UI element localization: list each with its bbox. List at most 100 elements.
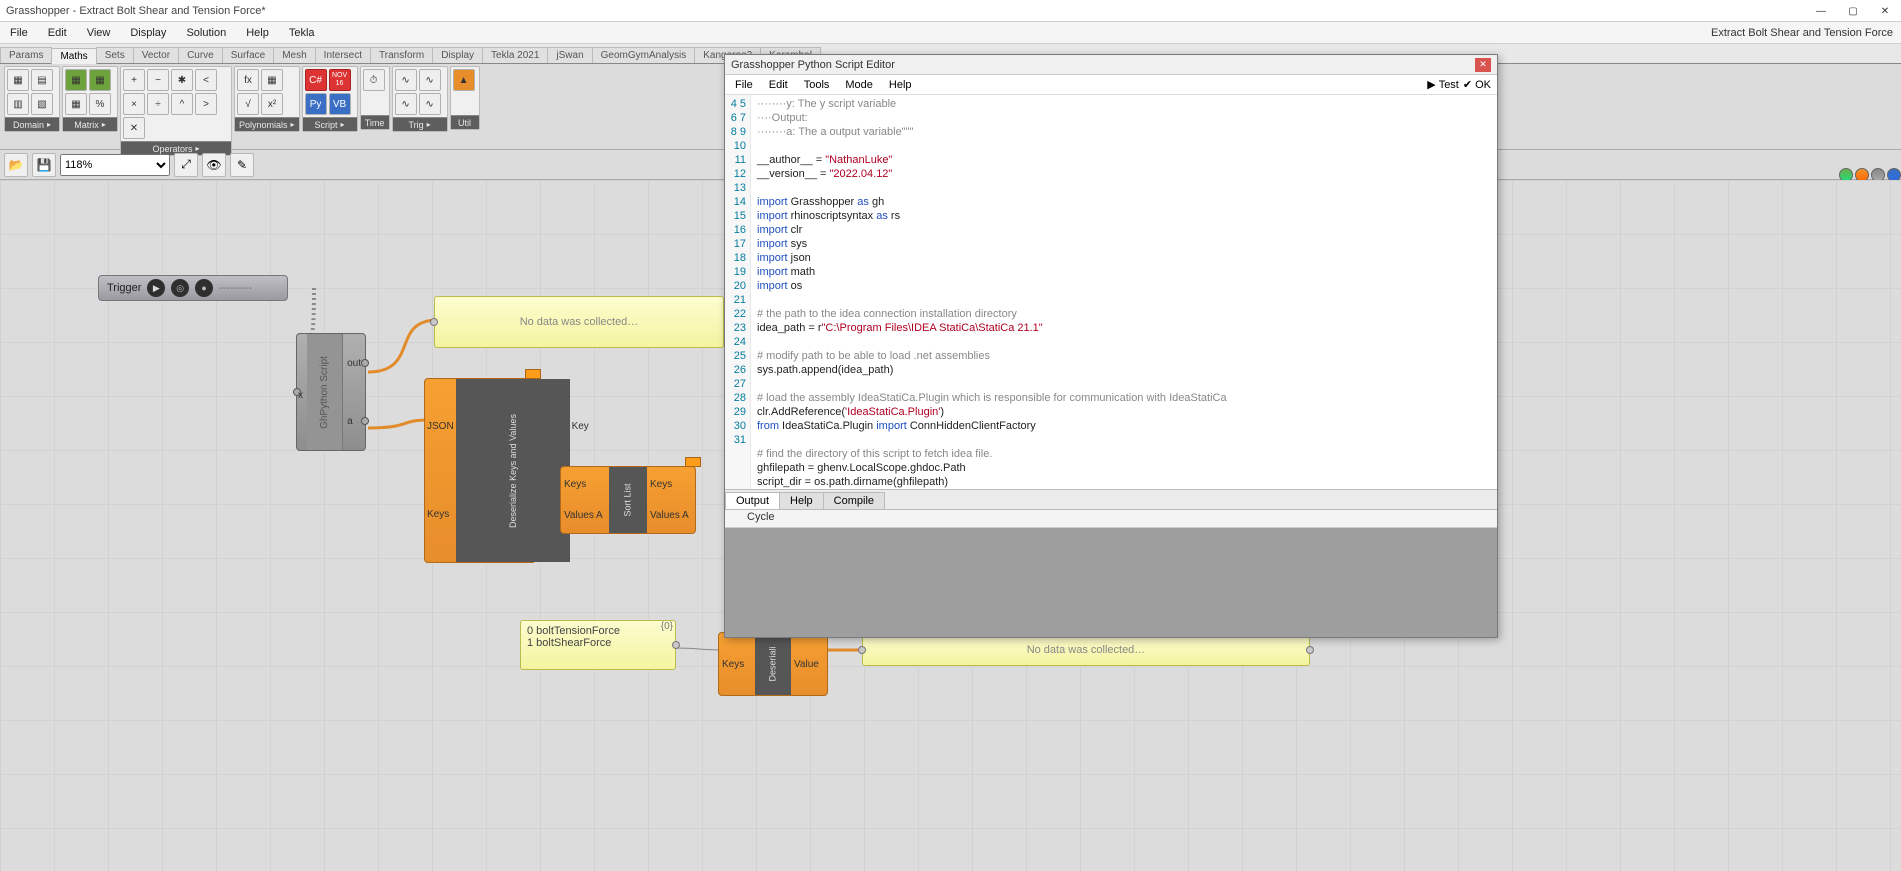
tab-curve[interactable]: Curve bbox=[178, 47, 223, 63]
op-times-icon[interactable]: × bbox=[123, 93, 145, 115]
op-div-icon[interactable]: ÷ bbox=[147, 93, 169, 115]
script-editor-window[interactable]: Grasshopper Python Script Editor ✕ File … bbox=[724, 54, 1498, 638]
port-json[interactable]: JSON bbox=[427, 421, 454, 432]
ok-button[interactable]: ✔OK bbox=[1463, 78, 1491, 91]
port-values-in[interactable]: Values A bbox=[564, 510, 606, 521]
util-icon[interactable]: ▲ bbox=[453, 69, 475, 91]
menu-display[interactable]: Display bbox=[120, 22, 176, 43]
matrix-icon[interactable]: ▦ bbox=[65, 69, 87, 91]
domain-icon[interactable]: ▦ bbox=[7, 69, 29, 91]
tab-compile[interactable]: Compile bbox=[823, 492, 885, 509]
trig-icon[interactable]: ∿ bbox=[419, 69, 441, 91]
deserialize-node-2[interactable]: Keys Deseriali Value bbox=[718, 632, 828, 696]
ghpython-node[interactable]: GhPython Script out a bbox=[296, 333, 366, 451]
matrix-icon[interactable]: ▦ bbox=[89, 69, 111, 91]
panel-output-1[interactable]: No data was collected… bbox=[434, 296, 724, 348]
target-icon[interactable]: ◎ bbox=[171, 279, 189, 297]
play-icon[interactable]: ▶ bbox=[147, 279, 165, 297]
editor-menu-tools[interactable]: Tools bbox=[796, 79, 838, 91]
domain-icon[interactable]: ▥ bbox=[7, 93, 29, 115]
editor-menu-help[interactable]: Help bbox=[881, 79, 920, 91]
tab-jswan[interactable]: jSwan bbox=[547, 47, 592, 63]
port-keys-out[interactable]: Keys bbox=[650, 479, 692, 490]
tab-output[interactable]: Output bbox=[725, 492, 780, 509]
tab-display[interactable]: Display bbox=[432, 47, 483, 63]
port-value[interactable]: Value bbox=[794, 659, 824, 670]
tab-geomgym[interactable]: GeomGymAnalysis bbox=[592, 47, 696, 63]
op-minus-icon[interactable]: − bbox=[147, 69, 169, 91]
port-key[interactable]: Key bbox=[572, 421, 597, 432]
domain-icon[interactable]: ▧ bbox=[31, 93, 53, 115]
fx-icon[interactable]: fx bbox=[237, 69, 259, 91]
zoom-extents-icon[interactable]: ⤢ bbox=[174, 153, 198, 177]
panel-port[interactable] bbox=[430, 318, 438, 326]
sqrt-icon[interactable]: √ bbox=[237, 93, 259, 115]
port-keys[interactable]: Keys bbox=[722, 659, 752, 670]
tab-help[interactable]: Help bbox=[779, 492, 824, 509]
vb-icon[interactable]: VB bbox=[329, 93, 351, 115]
preview-icon[interactable]: 👁 bbox=[202, 153, 226, 177]
port-keys[interactable]: Keys bbox=[427, 509, 454, 520]
menu-solution[interactable]: Solution bbox=[176, 22, 236, 43]
maximize-button[interactable]: ▢ bbox=[1837, 0, 1869, 22]
tab-intersect[interactable]: Intersect bbox=[315, 47, 371, 63]
port-out[interactable]: out bbox=[343, 356, 365, 371]
trig-icon[interactable]: ∿ bbox=[419, 93, 441, 115]
menu-file[interactable]: File bbox=[0, 22, 38, 43]
test-button[interactable]: ▶Test bbox=[1427, 78, 1459, 91]
port-keys-in[interactable]: Keys bbox=[564, 479, 606, 490]
editor-menu-edit[interactable]: Edit bbox=[761, 79, 796, 91]
op-set-icon[interactable]: ✱ bbox=[171, 69, 193, 91]
panel-port[interactable] bbox=[672, 641, 680, 649]
close-icon[interactable]: ✕ bbox=[1475, 58, 1491, 72]
menu-help[interactable]: Help bbox=[236, 22, 279, 43]
tab-mesh[interactable]: Mesh bbox=[273, 47, 315, 63]
panel-port[interactable] bbox=[1306, 646, 1314, 654]
deserialize-node[interactable]: JSON Keys Deserialize Keys and Values Ke… bbox=[424, 378, 536, 563]
csharp-icon[interactable]: C# bbox=[305, 69, 327, 91]
x2-icon[interactable]: x² bbox=[261, 93, 283, 115]
menu-view[interactable]: View bbox=[77, 22, 121, 43]
menu-edit[interactable]: Edit bbox=[38, 22, 77, 43]
port-values-out[interactable]: Values A bbox=[650, 510, 692, 521]
tab-sets[interactable]: Sets bbox=[96, 47, 134, 63]
matrix-icon[interactable]: % bbox=[89, 93, 111, 115]
editor-titlebar[interactable]: Grasshopper Python Script Editor ✕ bbox=[725, 55, 1497, 75]
editor-menu-file[interactable]: File bbox=[727, 79, 761, 91]
trig-icon[interactable]: ∿ bbox=[395, 93, 417, 115]
sort-list-node[interactable]: Keys Values A Sort List Keys Values A bbox=[560, 466, 696, 534]
op-less-icon[interactable]: < bbox=[195, 69, 217, 91]
save-icon[interactable]: 💾 bbox=[32, 153, 56, 177]
trig-icon[interactable]: ∿ bbox=[395, 69, 417, 91]
tab-surface[interactable]: Surface bbox=[222, 47, 274, 63]
op-plus-icon[interactable]: + bbox=[123, 69, 145, 91]
panel-keys[interactable]: {0} 0 boltTensionForce 1 boltShearForce bbox=[520, 620, 676, 670]
sketch-icon[interactable]: ✎ bbox=[230, 153, 254, 177]
op-greater-icon[interactable]: > bbox=[195, 93, 217, 115]
tab-transform[interactable]: Transform bbox=[370, 47, 433, 63]
trigger-input[interactable] bbox=[219, 282, 279, 294]
tab-vector[interactable]: Vector bbox=[133, 47, 179, 63]
op-close-icon[interactable]: ✕ bbox=[123, 117, 145, 139]
editor-menu-mode[interactable]: Mode bbox=[837, 79, 881, 91]
zoom-select[interactable]: 118% bbox=[60, 154, 170, 176]
domain-icon[interactable]: ▤ bbox=[31, 69, 53, 91]
close-button[interactable]: ✕ bbox=[1869, 0, 1901, 22]
date-icon[interactable]: NOV16 bbox=[329, 69, 351, 91]
port-a[interactable]: a bbox=[343, 414, 365, 429]
minimize-button[interactable]: ― bbox=[1805, 0, 1837, 22]
code-editor[interactable]: 4 5 6 7 8 9 10 11 12 13 14 15 16 17 18 1… bbox=[725, 95, 1497, 489]
tab-tekla2021[interactable]: Tekla 2021 bbox=[482, 47, 548, 63]
record-icon[interactable]: ● bbox=[195, 279, 213, 297]
tab-maths[interactable]: Maths bbox=[51, 48, 96, 64]
menu-tekla[interactable]: Tekla bbox=[279, 22, 325, 43]
tab-params[interactable]: Params bbox=[0, 47, 52, 63]
clock-icon[interactable]: ⏱ bbox=[363, 69, 385, 91]
output-grid[interactable] bbox=[725, 528, 1497, 637]
open-icon[interactable]: 📂 bbox=[4, 153, 28, 177]
poly-icon[interactable]: ▦ bbox=[261, 69, 283, 91]
code-source[interactable]: ········y: The y script variable ····Out… bbox=[751, 95, 1497, 489]
matrix-icon[interactable]: ▦ bbox=[65, 93, 87, 115]
python-icon[interactable]: Py bbox=[305, 93, 327, 115]
op-pow-icon[interactable]: ^ bbox=[171, 93, 193, 115]
